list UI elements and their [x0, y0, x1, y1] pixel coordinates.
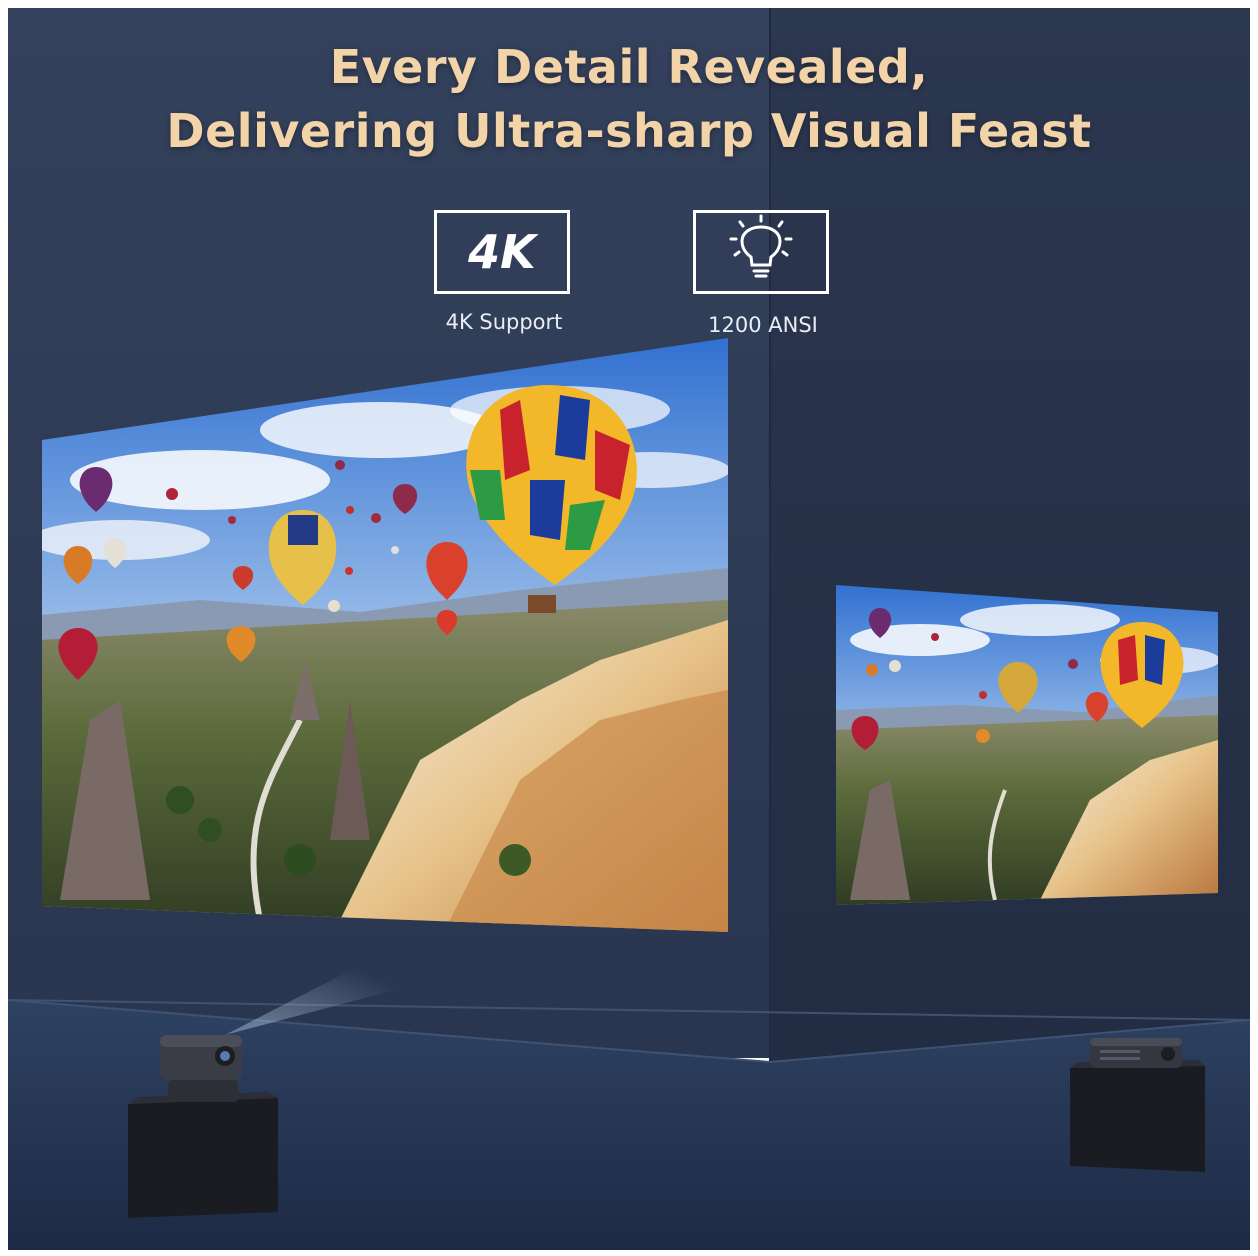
feature-badge-4k: 4K — [434, 210, 570, 294]
right-wall — [770, 8, 1250, 1068]
room-illustration — [7, 8, 1251, 1250]
headline-line-1: Every Detail Revealed, — [329, 40, 929, 94]
left-pedestal — [128, 1092, 278, 1218]
left-projector — [160, 1035, 242, 1102]
feature-label-brightness: 1200 ANSI — [708, 313, 818, 337]
right-pedestal — [1070, 1060, 1205, 1172]
4k-icon: 4K — [468, 225, 536, 279]
headline-line-2: Delivering Ultra-sharp Visual Feast — [166, 104, 1092, 158]
right-projector — [1090, 1038, 1182, 1068]
small-projection-screen — [836, 585, 1218, 905]
feature-badge-brightness — [693, 210, 829, 294]
product-scene: Every Detail Revealed, Delivering Ultra-… — [0, 0, 1258, 1256]
lightbulb-icon — [729, 214, 793, 278]
feature-label-4k: 4K Support — [445, 310, 563, 334]
